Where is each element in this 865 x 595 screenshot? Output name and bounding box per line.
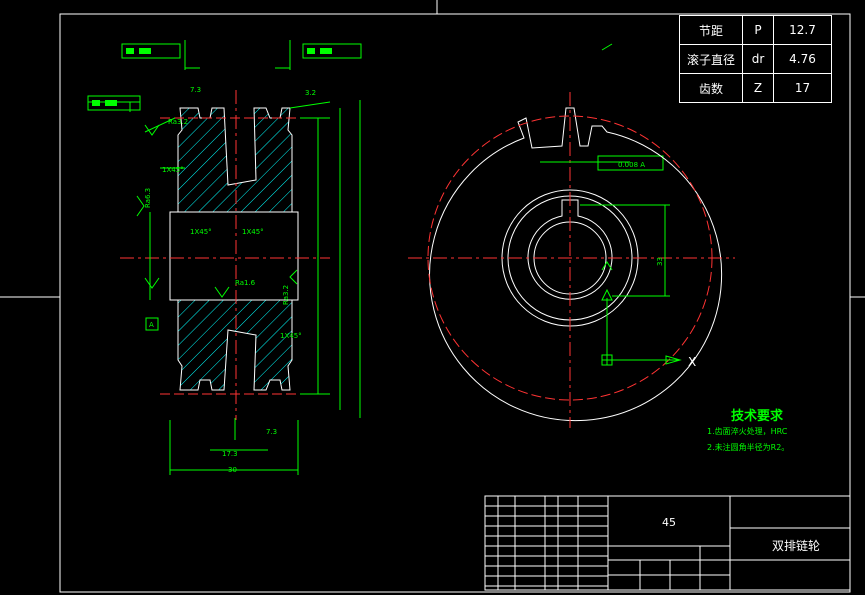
- roughness-a-label: Ra3.2: [168, 118, 188, 126]
- param-label: 节距: [679, 15, 743, 45]
- parameter-table: 节距 P 12.7 滚子直径 dr 4.76 齿数 Z 17: [679, 15, 832, 103]
- chamfer-4-label: 1X45°: [280, 332, 302, 340]
- width-total-label: 30: [228, 466, 237, 474]
- tol-symbol-label: 0.008 A: [618, 161, 645, 169]
- param-label: 齿数: [679, 73, 743, 103]
- roughness-c-label: Ra1.6: [235, 279, 256, 287]
- param-symbol: dr: [742, 44, 774, 74]
- technical-requirements: 技术要求 1.齿面淬火处理，HRC 2.未注圆角半径为R2。: [707, 405, 789, 456]
- material-label: 45: [662, 516, 676, 529]
- part-name-label: 双排链轮: [772, 539, 821, 553]
- tech-note: 1.齿面淬火处理，HRC: [707, 427, 788, 436]
- x-view-label: X: [688, 355, 696, 369]
- param-row: 节距 P 12.7: [679, 15, 832, 45]
- param-value: 4.76: [773, 44, 832, 74]
- param-value: 12.7: [773, 15, 832, 45]
- chamfer-2-label: 1X45°: [190, 228, 212, 236]
- bottom-keyway-label: 7.3: [266, 428, 277, 436]
- param-symbol: P: [742, 15, 774, 45]
- param-row: 滚子直径 dr 4.76: [679, 44, 832, 74]
- chamfer-1-label: 1X45°: [162, 166, 184, 174]
- param-symbol: Z: [742, 73, 774, 103]
- keyway-width-label: 7.3: [190, 86, 201, 94]
- param-value: 17: [773, 73, 832, 103]
- surface-rough-top-label: 3.2: [305, 89, 316, 97]
- roughness-d-label: Ra3.2: [282, 285, 290, 305]
- tech-note: 2.未注圆角半径为R2。: [707, 443, 790, 452]
- param-row: 齿数 Z 17: [679, 73, 832, 103]
- tooth-dim-label: 17.3: [222, 450, 238, 458]
- roughness-b-label: Ra6.3: [144, 188, 152, 208]
- chamfer-3-label: 1X45°: [242, 228, 264, 236]
- tech-title: 技术要求: [731, 409, 784, 424]
- shaft-datum-label: A: [149, 321, 154, 329]
- key-height-label: 33: [656, 257, 664, 266]
- param-label: 滚子直径: [679, 44, 743, 74]
